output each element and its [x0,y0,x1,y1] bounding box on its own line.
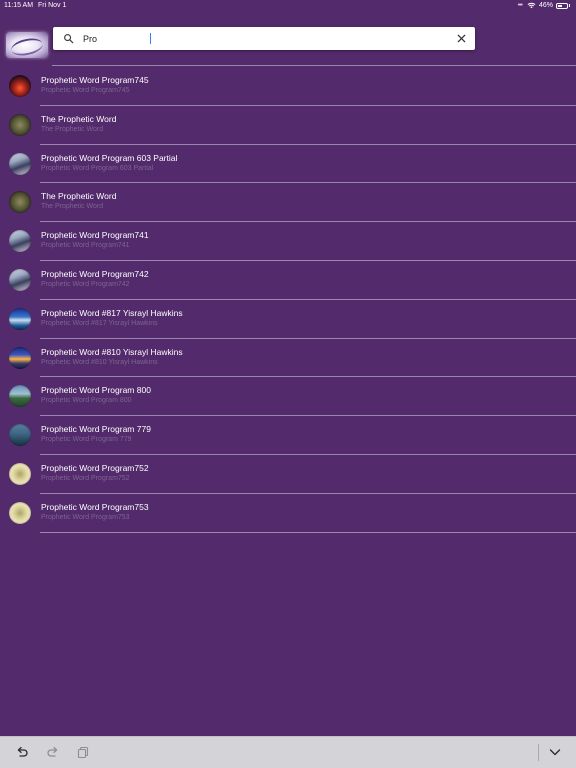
list-item[interactable]: Prophetic Word Program753 Prophetic Word … [0,494,576,533]
status-date: Fri Nov 1 [38,2,67,9]
status-indicators: ••• 46% [518,2,570,9]
battery-percent: 46% [538,2,553,9]
result-subtitle: Prophetic Word #810 Yisrayl Hawkins [41,358,158,366]
result-title: The Prophetic Word [41,113,117,124]
result-subtitle: Prophetic Word Program 603 Partial [41,164,154,172]
result-thumbnail [9,385,31,408]
result-subtitle: Prophetic Word Program745 [41,87,130,94]
list-item[interactable]: Prophetic Word Program 800 Prophetic Word… [0,377,576,417]
app-logo[interactable] [6,32,48,58]
text-caret [150,33,151,44]
result-title: Prophetic Word Program 603 Partial [41,152,178,163]
status-bar: 11:15 AM Fri Nov 1 ••• 46% [0,0,576,12]
result-thumbnail [9,424,31,447]
battery-level [558,4,562,7]
logo-script-mark [9,35,45,58]
list-item[interactable]: The Prophetic Word The Prophetic Word [0,106,576,145]
result-title: Prophetic Word Program741 [41,230,149,241]
result-thumbnail [9,191,31,214]
result-thumbnail [9,268,31,291]
clipboard-icon[interactable] [76,745,90,759]
list-item[interactable]: The Prophetic Word The Prophetic Word [0,183,576,223]
result-title: Prophetic Word Program742 [41,268,149,279]
list-item[interactable]: Prophetic Word Program 603 Partial Prophe… [0,145,576,184]
result-subtitle: Prophetic Word Program752 [41,474,130,482]
result-title: Prophetic Word #810 Yisrayl Hawkins [41,346,183,357]
keyboard-shortcut-bar [0,736,576,768]
list-item[interactable]: Prophetic Word Program742 Prophetic Word … [0,261,576,300]
result-subtitle: The Prophetic Word [41,203,104,211]
result-subtitle: Prophetic Word Program742 [41,280,130,288]
result-thumbnail [9,230,31,253]
wifi-icon [527,2,536,9]
result-subtitle: Prophetic Word Program753 [41,513,130,521]
result-subtitle: Prophetic Word Program 800 [41,397,132,405]
list-item[interactable]: Prophetic Word Program752 Prophetic Word … [0,455,576,494]
list-item[interactable]: Prophetic Word #817 Yisrayl Hawkins Proph… [0,300,576,339]
result-title: Prophetic Word Program753 [41,501,149,512]
list-item[interactable]: Prophetic Word #810 Yisrayl Hawkins Proph… [0,339,576,378]
result-subtitle: Prophetic Word #817 Yisrayl Hawkins [41,319,158,327]
result-title: Prophetic Word Program752 [41,462,149,473]
chevron-down-icon[interactable] [548,745,562,759]
redo-icon[interactable] [46,745,60,759]
result-title: Prophetic Word Program 800 [41,385,151,396]
result-subtitle: Prophetic Word Program 779 [41,436,132,444]
list-divider [40,531,576,533]
battery-icon [556,2,568,9]
result-thumbnail [9,346,31,369]
result-thumbnail [9,113,31,136]
result-title: The Prophetic Word [41,191,117,202]
result-thumbnail [9,501,31,524]
result-thumbnail [9,462,31,485]
result-thumbnail [9,307,31,330]
search-input[interactable] [83,27,443,50]
battery-nub [569,4,570,7]
result-title: Prophetic Word Program745 [41,75,149,85]
result-subtitle: Prophetic Word Program741 [41,242,130,250]
header-divider [52,65,576,66]
list-item[interactable]: Prophetic Word Program741 Prophetic Word … [0,222,576,261]
search-icon [64,34,74,44]
result-thumbnail [9,75,31,97]
close-icon[interactable] [456,33,467,44]
search-bar[interactable] [53,27,475,50]
result-thumbnail [9,152,31,175]
toolbar-separator [538,744,539,761]
result-title: Prophetic Word #817 Yisrayl Hawkins [41,307,183,318]
result-subtitle: The Prophetic Word [41,125,104,133]
undo-icon[interactable] [15,745,29,759]
list-item[interactable]: Prophetic Word Program 779 Prophetic Word… [0,416,576,455]
list-item[interactable]: Prophetic Word Program745 Prophetic Word … [0,67,576,106]
more-dots-icon: ••• [517,2,523,9]
results-list: Prophetic Word Program745 Prophetic Word … [0,67,576,533]
status-time: 11:15 AM [4,2,34,9]
result-title: Prophetic Word Program 779 [41,424,151,435]
